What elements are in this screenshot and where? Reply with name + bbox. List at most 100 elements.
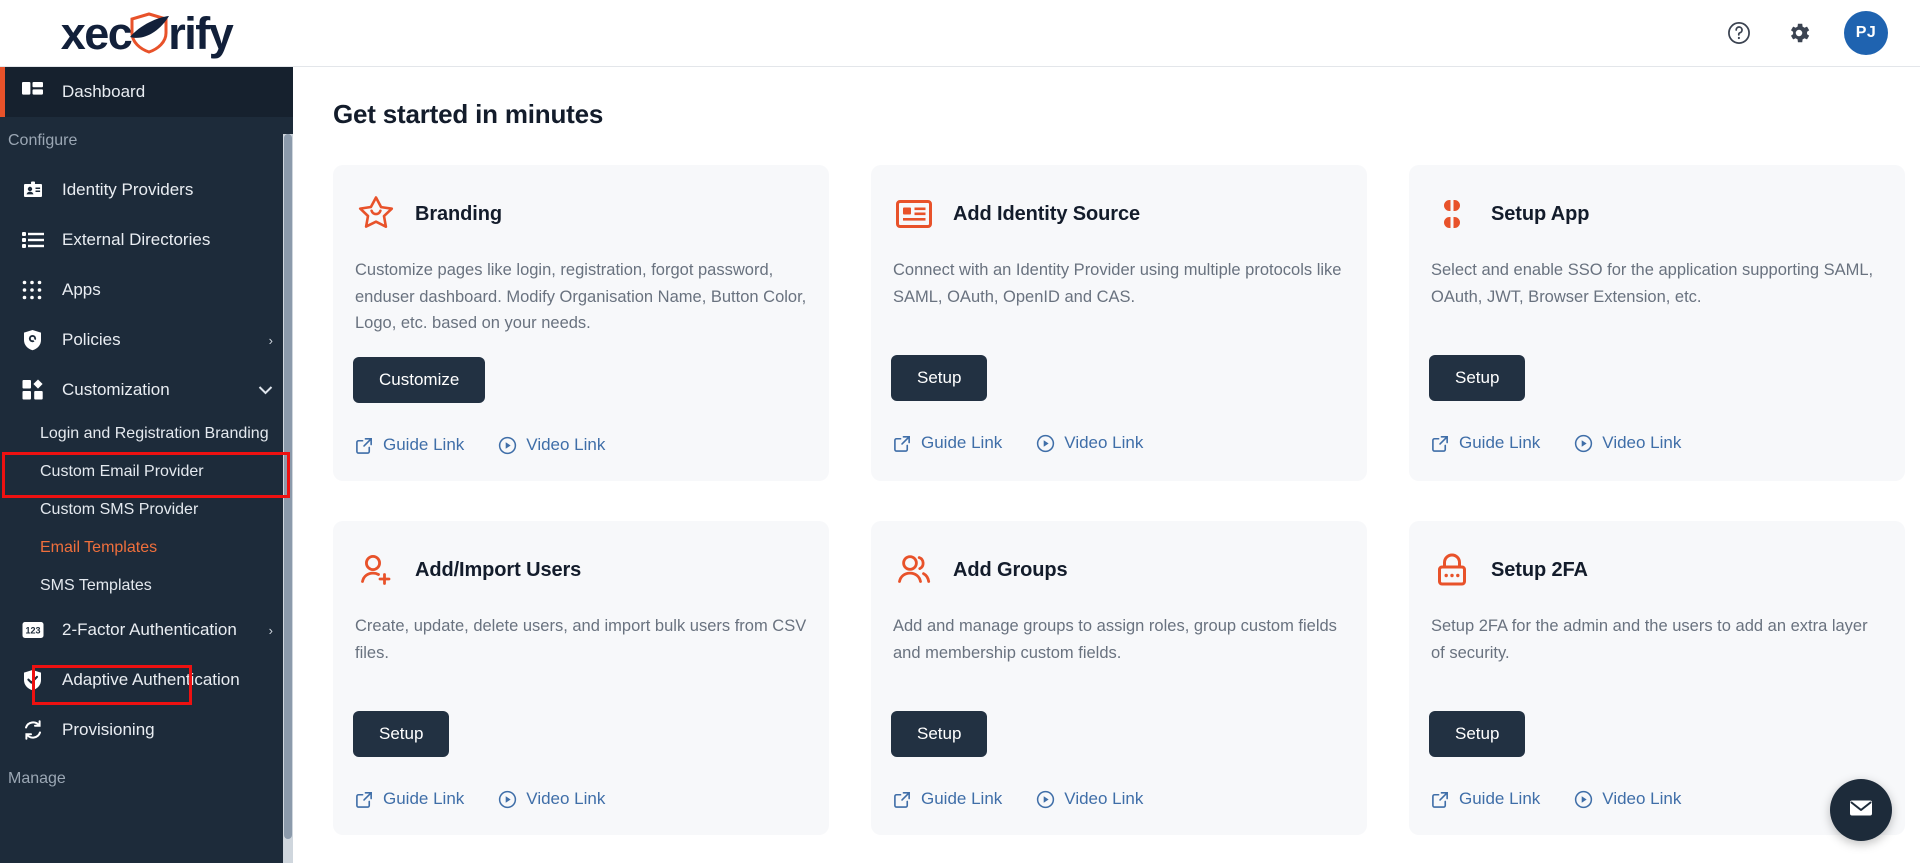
play-circle-icon bbox=[1574, 434, 1593, 453]
brand-logo[interactable]: xec rify bbox=[0, 0, 293, 67]
setup-button[interactable]: Setup bbox=[353, 711, 450, 758]
sidebar-navigation: Dashboard Configure Identity Providers E… bbox=[0, 67, 293, 863]
sidebar-scroll-area: Dashboard Configure Identity Providers E… bbox=[0, 67, 293, 863]
sidebar-item-provisioning[interactable]: Provisioning bbox=[0, 705, 293, 755]
support-mail-fab-button[interactable] bbox=[1830, 779, 1892, 841]
play-circle-icon bbox=[1036, 434, 1055, 453]
shield-tick-icon bbox=[22, 668, 48, 692]
envelope-icon bbox=[1847, 794, 1875, 827]
sidebar-item-label: External Directories bbox=[62, 230, 211, 249]
brand-name-part1: xec bbox=[60, 7, 133, 59]
customization-icon bbox=[22, 378, 48, 402]
video-link[interactable]: Video Link bbox=[1036, 433, 1143, 453]
id-card-icon bbox=[22, 178, 48, 202]
card-description: Connect with an Identity Provider using … bbox=[893, 261, 1342, 306]
star-smile-icon bbox=[355, 193, 397, 235]
video-link-label: Video Link bbox=[526, 435, 606, 455]
card-header: Setup App bbox=[1429, 193, 1885, 235]
video-link-label: Video Link bbox=[1064, 433, 1144, 452]
sidebar-item-customization[interactable]: Customization bbox=[0, 365, 293, 415]
sidebar-item-identity-providers[interactable]: Identity Providers bbox=[0, 165, 293, 215]
list-icon bbox=[22, 228, 48, 252]
sidebar-scrollbar[interactable] bbox=[283, 134, 293, 863]
guide-link-label: Guide Link bbox=[383, 789, 465, 809]
id-badge-icon bbox=[893, 193, 935, 235]
play-circle-icon bbox=[1574, 790, 1593, 809]
card-description: Create, update, delete users, and import… bbox=[355, 617, 807, 662]
setup-button[interactable]: Setup bbox=[1429, 711, 1526, 758]
guide-link[interactable]: Guide Link bbox=[1431, 789, 1540, 809]
setup-button[interactable]: Setup bbox=[1429, 355, 1526, 401]
sidebar-section-configure: Configure bbox=[8, 132, 78, 149]
users-group-icon bbox=[893, 549, 935, 591]
guide-link[interactable]: Guide Link bbox=[355, 435, 464, 455]
card-links: Guide Link Video Link bbox=[891, 433, 1347, 453]
external-link-icon bbox=[355, 436, 374, 455]
card-links: Guide Link Video Link bbox=[1429, 433, 1885, 453]
video-link[interactable]: Video Link bbox=[1574, 433, 1681, 453]
sidebar-item-apps[interactable]: Apps bbox=[0, 265, 293, 315]
sidebar-item-2-factor-authentication[interactable]: 123 2-Factor Authentication › bbox=[0, 605, 293, 655]
sidebar-item-label: Provisioning bbox=[62, 720, 155, 739]
customize-button[interactable]: Customize bbox=[353, 357, 486, 404]
header-actions: PJ bbox=[1724, 11, 1920, 55]
guide-link[interactable]: Guide Link bbox=[893, 789, 1002, 809]
card-add-groups: Add Groups Add and manage groups to assi… bbox=[871, 521, 1367, 836]
guide-link[interactable]: Guide Link bbox=[355, 789, 464, 809]
sidebar-subitem-custom-email-provider[interactable]: Custom Email Provider bbox=[0, 453, 293, 491]
card-title: Add Identity Source bbox=[953, 202, 1141, 225]
video-link[interactable]: Video Link bbox=[1574, 789, 1681, 809]
help-circle-icon[interactable] bbox=[1724, 18, 1754, 48]
sidebar-item-label: Identity Providers bbox=[62, 180, 194, 199]
sidebar-item-label: 2-Factor Authentication bbox=[62, 620, 237, 639]
sidebar-item-adaptive-authentication[interactable]: Adaptive Authentication bbox=[0, 655, 293, 705]
external-link-icon bbox=[893, 434, 912, 453]
chevron-right-icon[interactable]: › bbox=[269, 623, 273, 638]
guide-link[interactable]: Guide Link bbox=[1431, 433, 1540, 453]
card-links: Guide Link Video Link bbox=[353, 789, 809, 809]
video-link-label: Video Link bbox=[1064, 789, 1144, 809]
numeric-123-icon: 123 bbox=[22, 618, 48, 642]
video-link-label: Video Link bbox=[526, 789, 606, 809]
page-title: Get started in minutes bbox=[333, 99, 604, 129]
video-link-label: Video Link bbox=[1602, 433, 1682, 452]
card-header: Add Identity Source bbox=[891, 193, 1347, 235]
card-links: Guide Link Video Link bbox=[1429, 789, 1885, 809]
sidebar-item-policies[interactable]: Policies › bbox=[0, 315, 293, 365]
card-description: Add and manage groups to assign roles, g… bbox=[893, 617, 1337, 662]
external-link-icon bbox=[1431, 434, 1450, 453]
sidebar-item-label: Adaptive Authentication bbox=[62, 670, 240, 689]
play-circle-icon bbox=[1036, 790, 1055, 809]
video-link[interactable]: Video Link bbox=[498, 789, 605, 809]
sidebar-scrollbar-thumb[interactable] bbox=[284, 134, 292, 839]
guide-link[interactable]: Guide Link bbox=[893, 433, 1002, 453]
sidebar-item-dashboard[interactable]: Dashboard bbox=[0, 67, 293, 117]
sidebar-subitem-email-templates[interactable]: Email Templates bbox=[0, 529, 293, 567]
card-branding: Branding Customize pages like login, reg… bbox=[333, 165, 829, 482]
sidebar-item-label: Customization bbox=[62, 380, 170, 399]
video-link[interactable]: Video Link bbox=[498, 435, 605, 455]
chevron-down-icon[interactable] bbox=[258, 385, 273, 395]
user-plus-icon bbox=[355, 549, 397, 591]
video-link[interactable]: Video Link bbox=[1036, 789, 1143, 809]
card-header: Add/Import Users bbox=[353, 549, 809, 591]
card-title: Branding bbox=[415, 202, 502, 225]
external-link-icon bbox=[1431, 790, 1450, 809]
play-circle-icon bbox=[498, 790, 517, 809]
setup-button[interactable]: Setup bbox=[891, 355, 988, 401]
card-header: Setup 2FA bbox=[1429, 549, 1885, 591]
sidebar-item-external-directories[interactable]: External Directories bbox=[0, 215, 293, 265]
sidebar-subitem-login-registration-branding[interactable]: Login and Registration Branding bbox=[0, 415, 293, 453]
gear-icon[interactable] bbox=[1784, 18, 1814, 48]
play-circle-icon bbox=[498, 436, 517, 455]
chevron-right-icon[interactable]: › bbox=[269, 333, 273, 348]
sidebar-subitem-custom-sms-provider[interactable]: Custom SMS Provider bbox=[0, 491, 293, 529]
svg-text:123: 123 bbox=[25, 626, 40, 636]
sidebar-subitem-sms-templates[interactable]: SMS Templates bbox=[0, 567, 293, 605]
card-header: Add Groups bbox=[891, 549, 1347, 591]
guide-link-label: Guide Link bbox=[921, 433, 1003, 452]
external-link-icon bbox=[355, 790, 374, 809]
setup-button[interactable]: Setup bbox=[891, 711, 988, 758]
card-title: Add Groups bbox=[953, 558, 1068, 581]
avatar[interactable]: PJ bbox=[1844, 11, 1888, 55]
